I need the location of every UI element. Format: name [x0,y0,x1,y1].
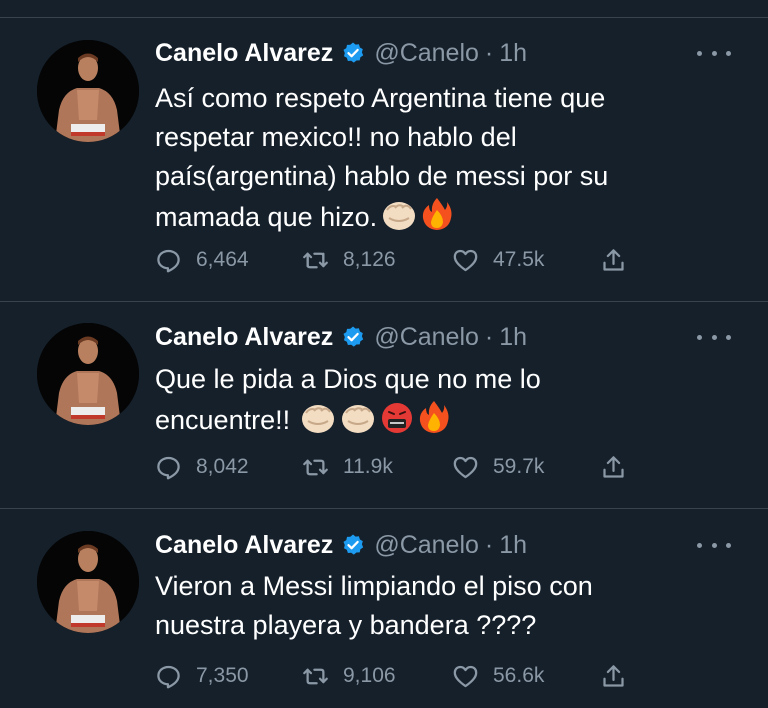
author-handle[interactable]: @Canelo [374,531,479,560]
reply-icon [157,456,180,479]
author-name[interactable]: Canelo Alvarez [155,323,333,352]
author-name[interactable]: Canelo Alvarez [155,39,333,68]
share-button[interactable] [600,661,627,691]
reply-icon [157,249,180,272]
tweet[interactable]: Canelo Alvarez @Canelo · 1h Así como res… [0,0,768,302]
reply-icon [157,665,180,688]
reply-count: 6,464 [196,248,249,271]
share-icon [603,664,624,687]
like-button[interactable]: 59.7k [452,452,544,482]
like-icon [453,665,478,687]
retweet-count: 8,126 [343,248,396,271]
fist-emoji [300,401,336,446]
like-icon [453,456,478,478]
tweet-text-line: Así como respeto Argentina tiene que [155,83,606,113]
tweet-text-line: país(argentina) hablo de messi por su [155,161,609,191]
author-handle[interactable]: @Canelo [374,323,479,352]
retweet-button[interactable]: 11.9k [302,452,393,482]
separator-dot: · [484,38,494,67]
like-button[interactable]: 56.6k [452,661,544,691]
tweet-actions: 7,350 9,106 56.6k [155,661,635,691]
tweet-actions: 8,042 11.9k 59.7k [155,452,635,482]
reply-button[interactable]: 7,350 [155,661,249,691]
cursing-face-emoji [380,401,414,446]
reply-count: 8,042 [196,455,249,478]
author-handle[interactable]: @Canelo [374,39,479,68]
more-options-icon[interactable] [697,43,731,63]
tweet-text: Vieron a Messi limpiando el piso con nue… [155,567,695,645]
fire-emoji [418,399,450,446]
retweet-icon [303,252,328,268]
verified-badge-icon [341,325,365,349]
tweet-header: Canelo Alvarez @Canelo · 1h [155,527,527,563]
like-count: 56.6k [493,664,545,687]
tweet-header: Canelo Alvarez @Canelo · 1h [155,35,527,71]
timestamp[interactable]: 1h [499,39,527,68]
tweet-header: Canelo Alvarez @Canelo · 1h [155,319,527,355]
share-icon [603,455,624,478]
share-button[interactable] [600,452,627,482]
tweet[interactable]: Canelo Alvarez @Canelo · 1h Que le pida … [0,302,768,509]
more-options-icon[interactable] [697,535,731,555]
share-button[interactable] [600,245,627,275]
like-icon [453,249,478,271]
retweet-button[interactable]: 8,126 [302,245,396,275]
fist-emoji [381,198,417,243]
verified-badge-icon [341,533,365,557]
verified-badge-icon [341,41,365,65]
share-icon [603,248,624,271]
fist-emoji [340,401,376,446]
reply-count: 7,350 [196,664,249,687]
tweet-text-line: Que le pida a Dios que no me lo [155,364,541,394]
retweet-icon [303,459,328,475]
retweet-count: 11.9k [343,455,393,478]
author-name[interactable]: Canelo Alvarez [155,531,333,560]
like-count: 47.5k [493,248,545,271]
avatar[interactable] [37,323,139,425]
tweet-feed: Canelo Alvarez @Canelo · 1h Así como res… [0,0,768,708]
like-count: 59.7k [493,455,545,478]
tweet-text: Así como respeto Argentina tiene que res… [155,79,695,243]
more-options-icon[interactable] [697,327,731,347]
separator-dot: · [484,530,494,559]
retweet-count: 9,106 [343,664,396,687]
like-button[interactable]: 47.5k [452,245,544,275]
timestamp[interactable]: 1h [499,531,527,560]
timestamp[interactable]: 1h [499,323,527,352]
retweet-icon [303,668,328,684]
tweet-text-line: Vieron a Messi limpiando el piso con [155,571,593,601]
reply-button[interactable]: 6,464 [155,245,249,275]
reply-button[interactable]: 8,042 [155,452,249,482]
tweet-text: Que le pida a Dios que no me lo encuentr… [155,360,695,446]
tweet[interactable]: Canelo Alvarez @Canelo · 1h Vieron a Mes… [0,509,768,708]
tweet-text-line: mamada que hizo. [155,202,378,232]
tweet-actions: 6,464 8,126 47.5k [155,245,635,275]
tweet-text-line: respetar mexico!! no hablo del [155,122,517,152]
retweet-button[interactable]: 9,106 [302,661,396,691]
tweet-text-line: nuestra playera y bandera ???? [155,610,537,640]
avatar[interactable] [37,40,139,142]
tweet-text-line: encuentre!! [155,405,291,435]
avatar[interactable] [37,531,139,633]
separator-dot: · [484,322,494,351]
fire-emoji [421,196,453,243]
